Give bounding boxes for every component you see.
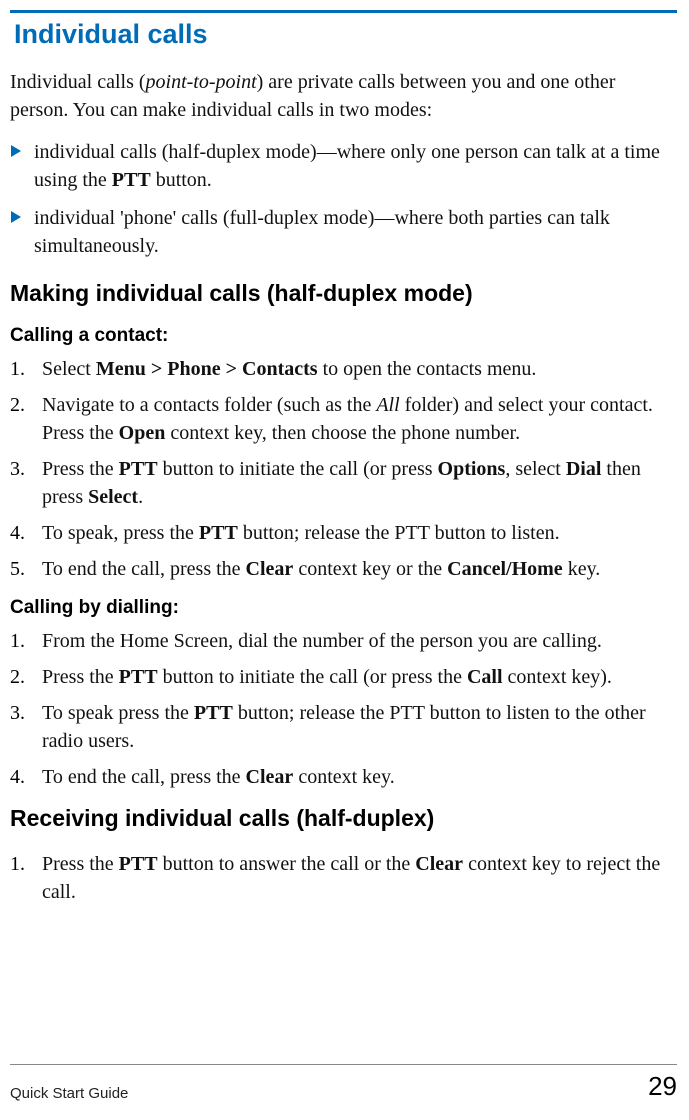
step-item: 1. From the Home Screen, dial the number… — [10, 627, 677, 655]
text-run: To speak, press the — [42, 522, 199, 544]
step-item: 1. Press the PTT button to answer the ca… — [10, 850, 677, 906]
text-italic: All — [376, 394, 399, 416]
step-item: 4. To end the call, press the Clear cont… — [10, 763, 677, 791]
text-run: To end the call, press the — [42, 766, 246, 788]
text-run: button to initiate the call (or press th… — [158, 666, 467, 688]
text-run: Individual calls ( — [10, 71, 146, 93]
step-item: 3. To speak press the PTT button; releas… — [10, 699, 677, 755]
steps-calling-contact: 1. Select Menu > Phone > Contacts to ope… — [10, 355, 677, 583]
text-run: button. — [151, 169, 212, 191]
text-bold: PTT — [119, 458, 158, 480]
step-item: 2. Press the PTT button to initiate the … — [10, 663, 677, 691]
step-number: 1. — [10, 627, 32, 655]
step-text: To speak press the PTT button; release t… — [42, 699, 677, 755]
step-text: Select Menu > Phone > Contacts to open t… — [42, 355, 677, 383]
text-run: To speak press the — [42, 702, 194, 724]
step-number: 4. — [10, 763, 32, 791]
step-item: 1. Select Menu > Phone > Contacts to ope… — [10, 355, 677, 383]
text-run: Select — [42, 358, 96, 380]
text-run: button to answer the call or the — [158, 853, 416, 875]
page-title: Individual calls — [10, 10, 677, 58]
text-bold: PTT — [119, 666, 158, 688]
step-text: From the Home Screen, dial the number of… — [42, 627, 677, 655]
step-text: To speak, press the PTT button; release … — [42, 519, 677, 547]
text-italic: point-to-point — [146, 71, 257, 93]
text-run: Navigate to a contacts folder (such as t… — [42, 394, 376, 416]
mode-list: individual calls (half-duplex mode)—wher… — [10, 138, 677, 260]
list-item-text: individual calls (half-duplex mode)—wher… — [34, 138, 677, 194]
text-bold: Clear — [246, 766, 294, 788]
step-number: 1. — [10, 850, 32, 878]
text-bold: Clear — [246, 558, 294, 580]
step-text: Navigate to a contacts folder (such as t… — [42, 391, 677, 447]
step-number: 2. — [10, 663, 32, 691]
step-number: 5. — [10, 555, 32, 583]
subheading-calling-dial: Calling by dialling: — [10, 597, 677, 619]
page-footer: Quick Start Guide 29 — [10, 1064, 677, 1102]
text-bold: Options — [438, 458, 506, 480]
text-bold: Dial — [566, 458, 602, 480]
steps-calling-dial: 1. From the Home Screen, dial the number… — [10, 627, 677, 791]
list-item: individual calls (half-duplex mode)—wher… — [10, 138, 677, 194]
text-run: To end the call, press the — [42, 558, 246, 580]
step-item: 5. To end the call, press the Clear cont… — [10, 555, 677, 583]
step-item: 4. To speak, press the PTT button; relea… — [10, 519, 677, 547]
text-bold: PTT — [112, 169, 151, 191]
text-run: Press the — [42, 666, 119, 688]
text-bold: Menu > Phone > Contacts — [96, 358, 318, 380]
text-bold: Call — [467, 666, 503, 688]
triangle-bullet-icon — [10, 145, 22, 157]
step-item: 3. Press the PTT button to initiate the … — [10, 455, 677, 511]
subheading-calling-contact: Calling a contact: — [10, 325, 677, 347]
text-run: context key). — [503, 666, 612, 688]
step-text: Press the PTT button to initiate the cal… — [42, 455, 677, 511]
intro-paragraph: Individual calls (point-to-point) are pr… — [10, 68, 673, 124]
text-bold: Select — [88, 486, 138, 508]
step-item: 2. Navigate to a contacts folder (such a… — [10, 391, 677, 447]
text-run: Press the — [42, 853, 119, 875]
text-bold: Cancel/Home — [447, 558, 563, 580]
triangle-bullet-icon — [10, 211, 22, 223]
step-number: 3. — [10, 699, 32, 727]
text-run: button; release the PTT button to listen… — [238, 522, 560, 544]
footer-page-number: 29 — [648, 1071, 677, 1102]
section-heading-making: Making individual calls (half-duplex mod… — [10, 280, 677, 307]
text-run: . — [138, 486, 143, 508]
text-run: button to initiate the call (or press — [158, 458, 438, 480]
step-number: 1. — [10, 355, 32, 383]
text-bold: PTT — [199, 522, 238, 544]
text-run: to open the contacts menu. — [318, 358, 537, 380]
step-text: Press the PTT button to answer the call … — [42, 850, 677, 906]
steps-receiving: 1. Press the PTT button to answer the ca… — [10, 850, 677, 906]
text-bold: PTT — [194, 702, 233, 724]
text-run: From the Home Screen, dial the number of… — [42, 630, 602, 652]
text-bold: PTT — [119, 853, 158, 875]
list-item: individual 'phone' calls (full-duplex mo… — [10, 204, 677, 260]
step-number: 2. — [10, 391, 32, 419]
text-run: Press the — [42, 458, 119, 480]
text-run: key. — [563, 558, 601, 580]
section-heading-receiving: Receiving individual calls (half-duplex) — [10, 805, 677, 832]
step-number: 3. — [10, 455, 32, 483]
step-text: To end the call, press the Clear context… — [42, 555, 677, 583]
list-item-text: individual 'phone' calls (full-duplex mo… — [34, 204, 677, 260]
text-bold: Open — [119, 422, 166, 444]
text-bold: Clear — [415, 853, 463, 875]
page-content: Individual calls Individual calls (point… — [0, 0, 689, 906]
step-text: To end the call, press the Clear context… — [42, 763, 677, 791]
text-run: , select — [505, 458, 566, 480]
step-text: Press the PTT button to initiate the cal… — [42, 663, 677, 691]
text-run: context key. — [293, 766, 394, 788]
text-run: individual 'phone' calls (full-duplex mo… — [34, 207, 610, 257]
footer-guide-label: Quick Start Guide — [10, 1085, 128, 1102]
text-run: context key or the — [293, 558, 447, 580]
step-number: 4. — [10, 519, 32, 547]
text-run: context key, then choose the phone numbe… — [165, 422, 520, 444]
